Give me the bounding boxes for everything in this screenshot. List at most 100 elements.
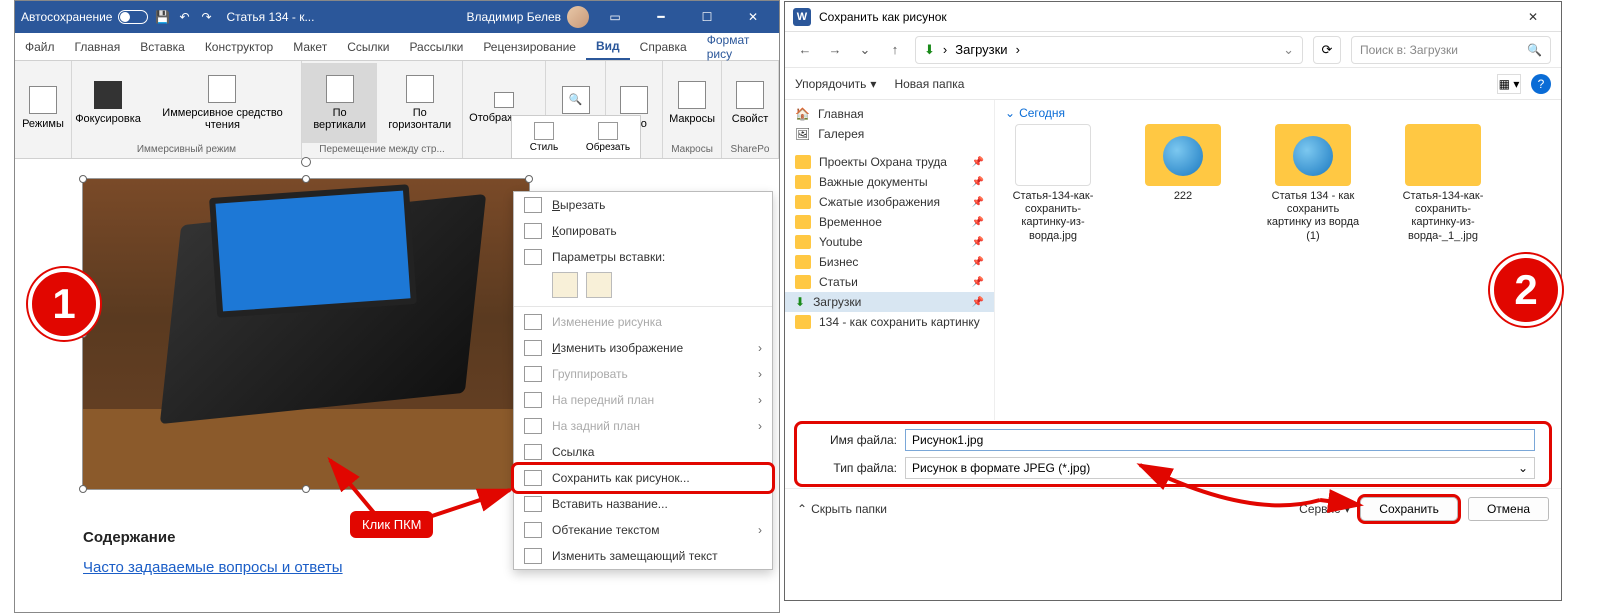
save-button[interactable]: Сохранить (1360, 497, 1458, 521)
organize-button[interactable]: Упорядочить ▾ (795, 77, 876, 91)
ctx-caption[interactable]: Вставить название... (514, 491, 772, 517)
dialog-titlebar: W Сохранить как рисунок ✕ (785, 2, 1561, 32)
maximize-icon[interactable]: ☐ (687, 1, 727, 33)
side-downloads[interactable]: ⬇Загрузки📌 (785, 292, 994, 312)
tools-button[interactable]: Сервис ▾ (1299, 502, 1350, 516)
file-area[interactable]: ⌄Сегодня Статья-134-как-сохранить-картин… (995, 100, 1561, 420)
rotate-handle[interactable] (301, 157, 311, 167)
side-gallery[interactable]: 🖼Галерея (785, 124, 994, 144)
doc-title: Статья 134 - к... (220, 10, 320, 24)
annotation-tag: Клик ПКМ (350, 511, 433, 538)
side-pin-3[interactable]: Временное📌 (785, 212, 994, 232)
side-pin-6[interactable]: Статьи📌 (785, 272, 994, 292)
side-pin-1[interactable]: Важные документы📌 (785, 172, 994, 192)
tab-review[interactable]: Рецензирование (473, 33, 586, 60)
focus-button[interactable]: Фокусировка (72, 63, 144, 143)
modes-button[interactable]: Режимы (15, 63, 71, 154)
reader-button[interactable]: Иммерсивное средство чтения (144, 63, 301, 143)
pin-icon: 📌 (972, 157, 984, 168)
tab-insert[interactable]: Вставка (130, 33, 195, 60)
folder-icon (795, 215, 811, 229)
home-icon: 🏠 (795, 107, 810, 121)
ctx-wrap[interactable]: Обтекание текстом› (514, 517, 772, 543)
breadcrumb[interactable]: ⬇ › Загрузки › ⌄ (915, 36, 1303, 64)
up-icon[interactable]: ↑ (885, 42, 905, 57)
download-icon: ⬇ (924, 42, 935, 58)
ctx-cut[interactable]: ВВырезатьырезать (514, 192, 772, 218)
autosave-label: Автосохранение (21, 10, 112, 24)
ctx-group: Группировать› (514, 361, 772, 387)
props-button[interactable]: Свойст (722, 63, 778, 143)
save-dialog: W Сохранить как рисунок ✕ ← → ⌄ ↑ ⬇ › За… (784, 1, 1562, 601)
redo-icon[interactable]: ↷ (198, 9, 214, 25)
dialog-close-icon[interactable]: ✕ (1513, 10, 1553, 24)
back-icon[interactable]: ← (795, 42, 815, 57)
filename-input[interactable]: Рисунок1.jpg (905, 429, 1535, 451)
new-folder-button[interactable]: Новая папка (894, 77, 964, 91)
word-icon: W (793, 8, 811, 26)
toc-link[interactable]: Часто задаваемые вопросы и ответы (83, 559, 343, 576)
avatar[interactable] (567, 6, 589, 28)
step-badge-1: 1 (28, 268, 100, 340)
tab-refs[interactable]: Ссылки (337, 33, 399, 60)
minimize-icon[interactable]: ━ (641, 1, 681, 33)
close-icon[interactable]: ✕ (733, 1, 773, 33)
ctx-link[interactable]: Ссылка (514, 439, 772, 465)
autosave-toggle[interactable] (118, 10, 148, 24)
horizontal-button[interactable]: По горизонтали (377, 63, 462, 143)
explorer: 🏠Главная 🖼Галерея Проекты Охрана труда📌 … (785, 100, 1561, 420)
ctx-alttext[interactable]: Изменить замещающий текст (514, 543, 772, 569)
tab-format[interactable]: Формат рису (697, 33, 779, 60)
selected-image[interactable] (83, 179, 529, 489)
macros-button[interactable]: Макросы (663, 63, 721, 143)
style-button[interactable]: Стиль (512, 116, 576, 158)
gallery-icon: 🖼 (795, 127, 810, 141)
tab-view[interactable]: Вид (586, 33, 630, 60)
download-icon: ⬇ (795, 295, 805, 309)
save-icon[interactable]: 💾 (154, 9, 170, 25)
file-item[interactable]: Статья-134-как-сохранить-картинку-из-вор… (1395, 124, 1491, 243)
vertical-button[interactable]: По вертикали (302, 63, 377, 143)
crop-button[interactable]: Обрезать (576, 116, 640, 158)
ribbon-opts-icon[interactable]: ▭ (595, 1, 635, 33)
forward-icon[interactable]: → (825, 42, 845, 57)
side-pin-8[interactable]: 134 - как сохранить картинку (785, 312, 994, 332)
sidebar: 🏠Главная 🖼Галерея Проекты Охрана труда📌 … (785, 100, 995, 420)
tab-layout[interactable]: Макет (283, 33, 337, 60)
recent-icon[interactable]: ⌄ (855, 42, 875, 58)
cancel-button[interactable]: Отмена (1468, 497, 1549, 521)
paste-opt-2[interactable] (586, 272, 612, 298)
save-icon (524, 470, 542, 486)
side-home[interactable]: 🏠Главная (785, 104, 994, 124)
filetype-select[interactable]: Рисунок в формате JPEG (*.jpg)⌄ (905, 457, 1535, 479)
paste-opt-1[interactable] (552, 272, 578, 298)
scissors-icon (524, 197, 542, 213)
link-icon (524, 444, 542, 460)
tab-design[interactable]: Конструктор (195, 33, 283, 60)
ctx-front: На передний план› (514, 387, 772, 413)
file-item[interactable]: Статья 134 - как сохранить картинку из в… (1265, 124, 1361, 243)
file-item[interactable]: Статья-134-как-сохранить-картинку-из-вор… (1005, 124, 1101, 243)
tab-file[interactable]: Файл (15, 33, 65, 60)
view-button[interactable]: ▦ ▾ (1497, 74, 1521, 94)
side-pin-4[interactable]: Youtube📌 (785, 232, 994, 252)
tab-mail[interactable]: Рассылки (399, 33, 473, 60)
clipboard-icon (524, 249, 542, 265)
file-item[interactable]: 222 (1135, 124, 1231, 203)
tab-home[interactable]: Главная (65, 33, 131, 60)
undo-icon[interactable]: ↶ (176, 9, 192, 25)
hide-folders[interactable]: ⌃Скрыть папки (797, 502, 887, 516)
help-icon[interactable]: ? (1531, 74, 1551, 94)
ctx-copy[interactable]: Копировать (514, 218, 772, 244)
user-name: Владимир Белев (466, 10, 561, 24)
copy-icon (524, 223, 542, 239)
side-pin-2[interactable]: Сжатые изображения📌 (785, 192, 994, 212)
side-pin-5[interactable]: Бизнес📌 (785, 252, 994, 272)
titlebar: Автосохранение 💾 ↶ ↷ Статья 134 - к... В… (15, 1, 779, 33)
ctx-save-as-picture[interactable]: Сохранить как рисунок... (514, 465, 772, 491)
tab-help[interactable]: Справка (630, 33, 697, 60)
ctx-change-img[interactable]: Изменить изображение› (514, 335, 772, 361)
side-pin-0[interactable]: Проекты Охрана труда📌 (785, 152, 994, 172)
refresh-icon[interactable]: ⟳ (1313, 36, 1341, 64)
search-input[interactable]: Поиск в: Загрузки🔍 (1351, 36, 1551, 64)
